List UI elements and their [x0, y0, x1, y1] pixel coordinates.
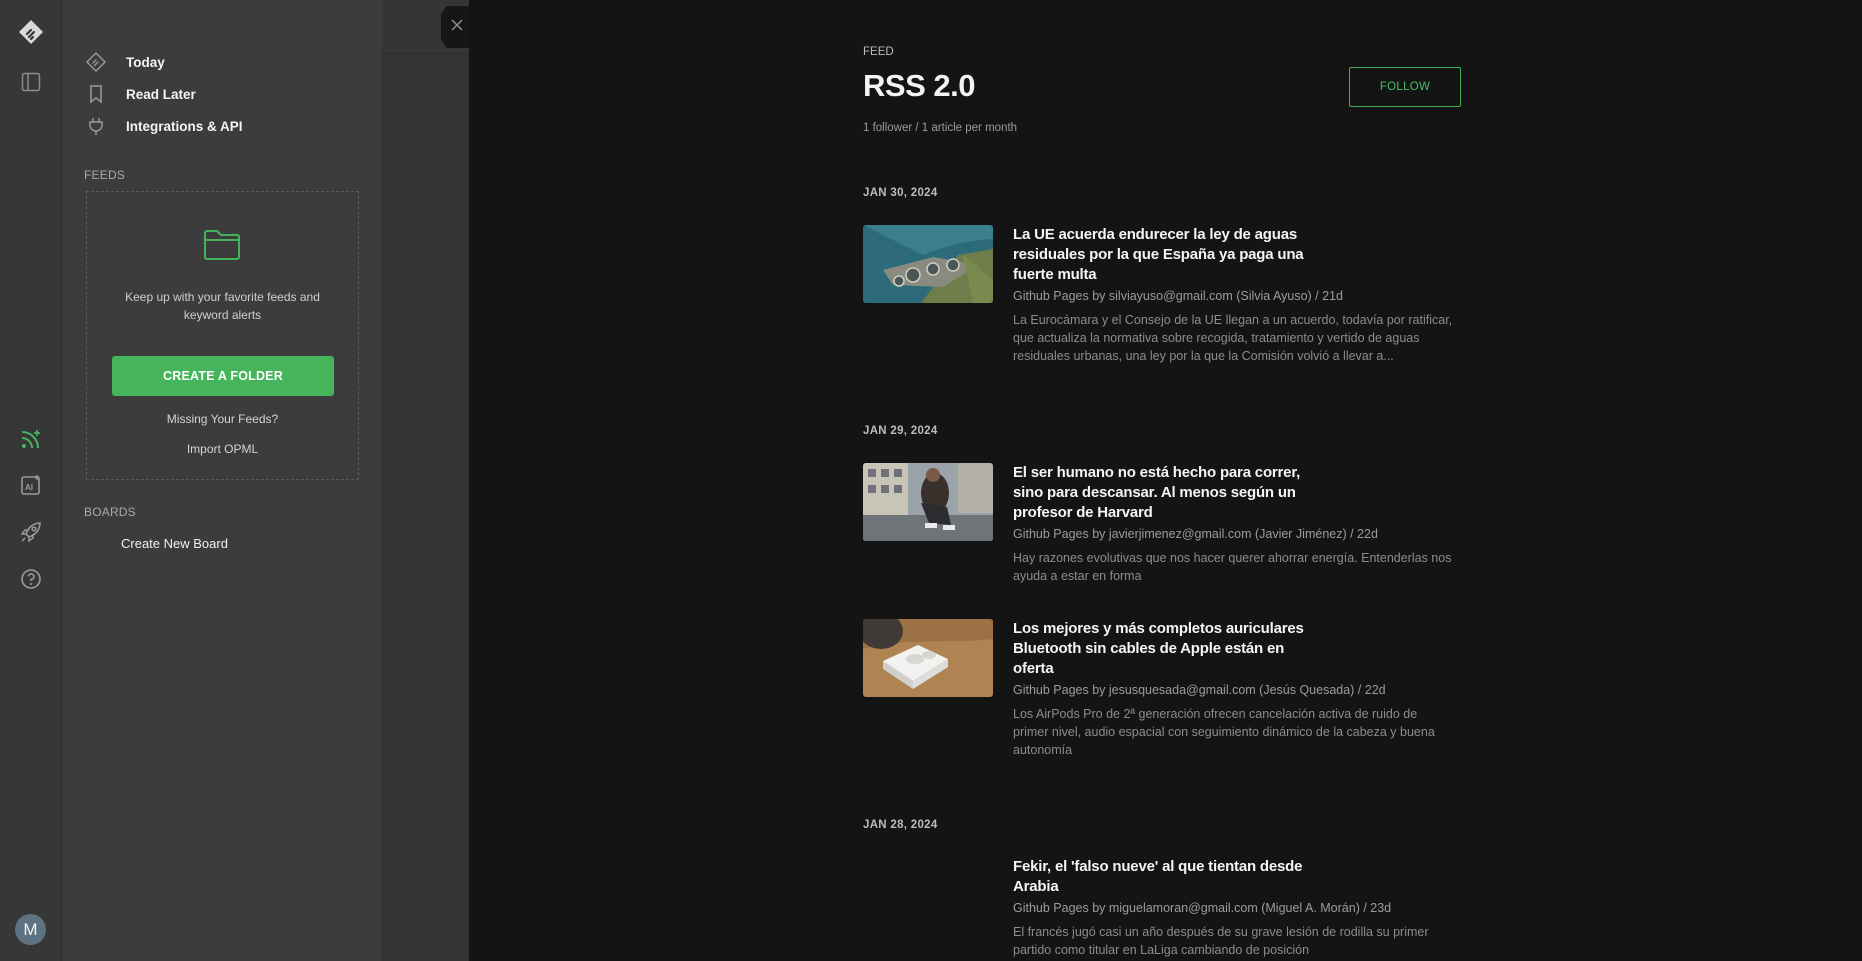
feeds-section-label: FEEDS	[84, 168, 126, 182]
feed-kicker: FEED	[863, 46, 894, 58]
folder-icon	[203, 228, 241, 267]
missing-feeds-link[interactable]: Missing Your Feeds?	[87, 412, 358, 426]
create-new-board-link[interactable]: Create New Board	[121, 536, 228, 551]
article-meta: Github Pages by jesusquesada@gmail.com (…	[1013, 683, 1386, 697]
date-header: JAN 29, 2024	[863, 425, 938, 437]
bookmark-icon	[84, 82, 108, 106]
svg-text:AI: AI	[25, 483, 33, 492]
nav-item-label: Today	[126, 54, 165, 70]
article-title[interactable]: Fekir, el 'falso nueve' al que tientan d…	[1013, 857, 1323, 897]
date-header: JAN 30, 2024	[863, 187, 938, 199]
plug-icon	[84, 114, 108, 138]
feed-preview: FEED RSS 2.0 1 follower / 1 article per …	[469, 0, 1862, 961]
article-thumbnail[interactable]	[863, 225, 993, 303]
today-icon	[84, 50, 108, 74]
feedly-logo-icon[interactable]	[17, 18, 45, 46]
feeds-empty-state: Keep up with your favorite feeds and key…	[86, 191, 359, 480]
icon-rail: AI M	[0, 0, 62, 961]
sidebar-toggle-icon[interactable]	[17, 68, 45, 96]
import-opml-link[interactable]: Import OPML	[87, 442, 358, 456]
nav-item-integrations[interactable]: Integrations & API	[84, 114, 243, 138]
boards-section-label: BOARDS	[84, 505, 136, 519]
article-summary: Hay razones evolutivas que nos hacer que…	[1013, 551, 1452, 583]
article-title[interactable]: La UE acuerda endurecer la ley de aguas …	[1013, 225, 1323, 285]
create-folder-button[interactable]: CREATE A FOLDER	[112, 356, 334, 396]
close-panel-button[interactable]	[441, 6, 469, 48]
avatar[interactable]: M	[15, 914, 46, 945]
navigation-panel: Today Read Later Integrations & API FEED…	[62, 0, 382, 961]
article-summary: Los AirPods Pro de 2ª generación ofrecen…	[1013, 707, 1435, 757]
article-title[interactable]: El ser humano no está hecho para correr,…	[1013, 463, 1323, 523]
article-title[interactable]: Los mejores y más completos auriculares …	[1013, 619, 1323, 679]
help-icon[interactable]	[17, 565, 45, 593]
follow-button[interactable]: FOLLOW	[1349, 67, 1461, 107]
secondary-column	[382, 0, 469, 961]
nav-item-label: Integrations & API	[126, 118, 243, 134]
article-meta: Github Pages by miguelamoran@gmail.com (…	[1013, 901, 1392, 915]
nav-item-label: Read Later	[126, 86, 196, 102]
article-summary: La Eurocámara y el Consejo de la UE lleg…	[1013, 313, 1453, 363]
feed-stats: 1 follower / 1 article per month	[863, 122, 1018, 134]
article-thumbnail[interactable]	[863, 619, 993, 697]
article-thumbnail[interactable]	[863, 463, 993, 541]
rocket-icon[interactable]	[17, 518, 45, 546]
feeds-empty-message: Keep up with your favorite feeds and key…	[125, 290, 320, 322]
ai-feed-icon[interactable]: AI	[17, 471, 45, 499]
article-meta: Github Pages by javierjimenez@gmail.com …	[1013, 527, 1378, 541]
page-title: RSS 2.0	[863, 68, 975, 103]
date-header: JAN 28, 2024	[863, 819, 938, 831]
close-icon	[450, 18, 464, 37]
feedly-app: AI M Today Read Later Integrations & API…	[0, 0, 1862, 961]
article-meta: Github Pages by silviayuso@gmail.com (Si…	[1013, 289, 1343, 303]
nav-item-today[interactable]: Today	[84, 50, 165, 74]
article-summary: El francés jugó casi un año después de s…	[1013, 925, 1429, 957]
nav-item-read-later[interactable]: Read Later	[84, 82, 196, 106]
add-feed-icon[interactable]	[17, 425, 45, 453]
